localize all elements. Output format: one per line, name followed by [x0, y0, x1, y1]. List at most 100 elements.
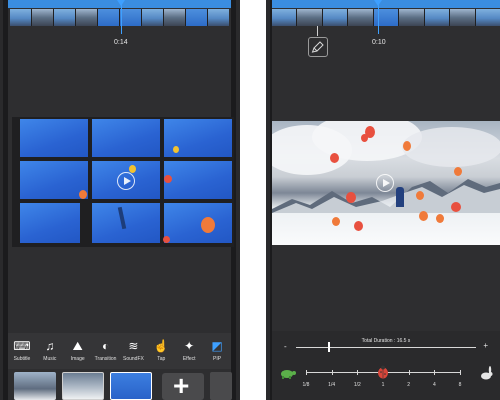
- duration-slider-knob[interactable]: [328, 342, 331, 352]
- duration-plus-label: +: [483, 341, 488, 350]
- rabbit-icon: [481, 366, 493, 380]
- tool-label: Tap: [157, 356, 166, 362]
- timeline-filmstrip[interactable]: [272, 9, 500, 26]
- timeline-frame[interactable]: [348, 9, 373, 26]
- clip-thumbnail[interactable]: [210, 372, 232, 400]
- transition-icon: ◐: [101, 339, 110, 353]
- balloon: [354, 221, 363, 231]
- speed-tick: [460, 370, 461, 375]
- grid-tile: [20, 203, 80, 243]
- brush-button[interactable]: [308, 37, 328, 57]
- tool-music[interactable]: ♫ Music: [37, 339, 63, 362]
- duration-minus-label: -: [284, 342, 287, 351]
- clip-thumbnail-selected[interactable]: [110, 372, 152, 400]
- grid-tile: [164, 161, 232, 199]
- timeline-filmstrip[interactable]: [10, 9, 229, 26]
- balloon: [361, 134, 368, 142]
- speed-tick-label: 1/4: [328, 382, 336, 388]
- tool-label: Transition: [94, 356, 117, 362]
- speed-tick-label: 1/8: [302, 382, 310, 388]
- balloon: [330, 153, 339, 163]
- tool-label: Image: [70, 356, 85, 362]
- tool-soundfx[interactable]: ≋ SoundFX: [120, 339, 146, 362]
- grid-tile: [20, 119, 88, 157]
- add-clip-button[interactable]: +: [162, 370, 204, 400]
- timeline-frame[interactable]: [322, 9, 348, 26]
- snow-ground: [272, 213, 500, 245]
- current-time: 0:14: [114, 39, 128, 46]
- timeline-frame[interactable]: [76, 9, 97, 26]
- left-phone: 0:14 ⌨ Subtitle ♫ Music ⛰ Image ◐ Transi…: [0, 0, 240, 400]
- play-icon[interactable]: [117, 172, 135, 190]
- tool-transition[interactable]: ◐ Transition: [93, 339, 119, 362]
- timeline-frame[interactable]: [10, 9, 31, 26]
- timeline-frame[interactable]: [208, 9, 229, 26]
- tool-label: Effect: [182, 356, 196, 362]
- timeline-frame[interactable]: [32, 9, 53, 26]
- tool-label: SoundFX: [123, 356, 144, 362]
- phone-side-button: [266, 60, 269, 82]
- balloon: [454, 167, 462, 176]
- plus-icon: +: [173, 370, 190, 400]
- play-icon[interactable]: [376, 174, 394, 192]
- balloon: [79, 190, 87, 199]
- timeline-frame[interactable]: [297, 9, 322, 26]
- speed-panel: Total Duration : 16.5 s - + 1/8 1/4 1/2 1 2 4…: [272, 331, 500, 400]
- timeline-frame[interactable]: [186, 9, 207, 26]
- speed-tick-label: 8: [458, 382, 462, 388]
- balloon: [419, 211, 428, 221]
- duration-slider-track[interactable]: [296, 347, 476, 348]
- turtle-icon: [281, 370, 296, 379]
- clip-list: +: [8, 370, 232, 400]
- timeline-frame[interactable]: [164, 9, 185, 26]
- soundfx-icon: ≋: [128, 339, 139, 353]
- tool-image[interactable]: ⛰ Image: [65, 339, 91, 362]
- ladybug-icon: [378, 365, 388, 379]
- edit-toolbar: ⌨ Subtitle ♫ Music ⛰ Image ◐ Transition …: [8, 333, 231, 369]
- timeline-frame[interactable]: [98, 9, 119, 26]
- total-duration-label: Total Duration : 16.5 s: [361, 338, 411, 344]
- clip-thumbnail[interactable]: [62, 372, 104, 400]
- balloon: [416, 191, 424, 200]
- tool-effect[interactable]: ✦ Effect: [176, 339, 202, 362]
- speed-tick-label: 4: [432, 382, 436, 388]
- tool-tap[interactable]: ☝ Tap: [148, 339, 174, 362]
- tool-subtitle[interactable]: ⌨ Subtitle: [9, 339, 35, 362]
- balloon: [451, 202, 461, 212]
- timeline-frame[interactable]: [142, 9, 163, 26]
- keyboard-icon: ⌨: [13, 339, 31, 353]
- image-mountain-icon: ⛰: [72, 339, 83, 353]
- balloon: [173, 146, 179, 153]
- left-editor-screen: 0:14 ⌨ Subtitle ♫ Music ⛰ Image ◐ Transi…: [8, 0, 234, 400]
- right-phone: 0:10 Total Duration: 16.5 s - + 1/8 1/4…: [266, 0, 500, 400]
- timeline-frame[interactable]: [272, 9, 297, 26]
- video-preview[interactable]: [272, 121, 500, 245]
- timeline-frame[interactable]: [120, 9, 141, 26]
- balloon: [164, 175, 172, 183]
- clip-thumbnail[interactable]: [14, 372, 56, 400]
- timeline-playhead[interactable]: [374, 0, 382, 34]
- timeline-frame[interactable]: [475, 9, 500, 26]
- balloon: [163, 236, 170, 243]
- balloon: [436, 214, 444, 223]
- right-editor-screen: 0:10 Total Duration: 16.5 s - + 1/8 1/4…: [272, 0, 500, 400]
- balloon: [332, 217, 340, 226]
- phone-side-button: [0, 118, 3, 158]
- tool-pip[interactable]: ◩ PIP: [204, 339, 230, 362]
- speed-tick-label: 1/2: [353, 382, 361, 388]
- speed-tick: [434, 370, 436, 375]
- video-preview[interactable]: [12, 117, 234, 247]
- timeline-frame[interactable]: [424, 9, 450, 26]
- balloon: [129, 165, 136, 173]
- brush-icon: [311, 41, 324, 53]
- balloon: [403, 141, 411, 151]
- timeline-frame[interactable]: [54, 9, 75, 26]
- timeline-frame[interactable]: [399, 9, 424, 26]
- timeline-frame[interactable]: [450, 9, 475, 26]
- tool-label: Music: [43, 356, 57, 362]
- timeline-playhead[interactable]: [117, 0, 125, 34]
- balloon: [201, 217, 215, 233]
- grid-tile: [92, 203, 160, 243]
- speed-tick-label: 2: [407, 382, 411, 388]
- speed-slider-knob[interactable]: [377, 365, 389, 379]
